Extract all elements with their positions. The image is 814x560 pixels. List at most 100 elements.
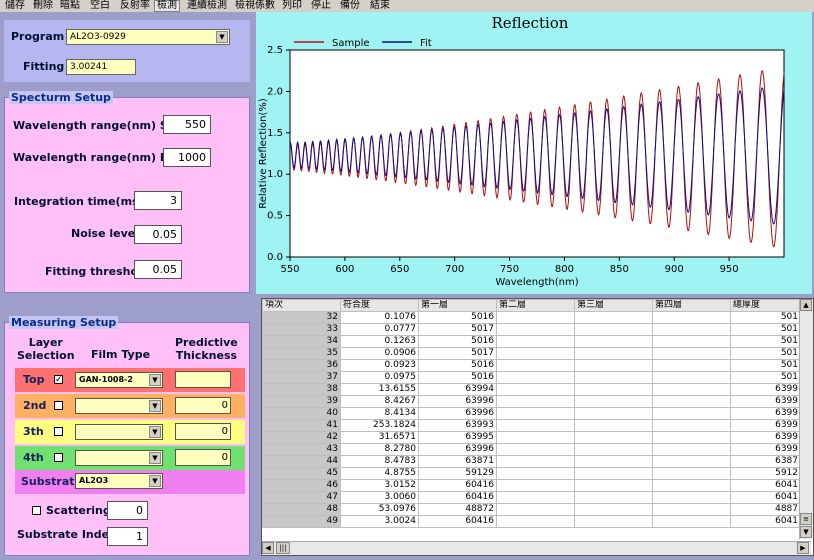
table-cell: 8.4267 <box>340 395 419 408</box>
menu-item-7[interactable]: 檢視係數 <box>233 0 277 12</box>
column-header[interactable]: 第四層 <box>652 299 731 312</box>
scroll-thumb[interactable]: ≡ <box>800 513 812 525</box>
row-number: 34 <box>262 335 341 348</box>
table-row[interactable]: 33 0.0777 5017 501 <box>262 323 801 336</box>
substrate-select[interactable]: AL2O3 ▼ <box>75 473 163 489</box>
y-axis-label: Relative Reflection(%) <box>258 98 269 209</box>
menu-item-8[interactable]: 列印 <box>280 0 304 12</box>
table-row[interactable]: 40 8.4134 63996 6399 <box>262 407 801 420</box>
scroll-thumb-h[interactable]: ||| <box>276 542 290 554</box>
legend-label: Sample <box>332 38 370 49</box>
scattering-checkbox[interactable] <box>32 506 41 515</box>
film-type-select[interactable]: ▼ <box>75 398 163 414</box>
predictive-thickness-header: Predictive Thickness <box>175 336 238 362</box>
chevron-down-icon[interactable]: ▼ <box>216 31 228 43</box>
layer-checkbox[interactable] <box>54 453 63 462</box>
column-header[interactable]: 第三層 <box>574 299 653 312</box>
scroll-down-icon[interactable]: ▼ <box>800 526 812 538</box>
table-cell <box>496 455 575 468</box>
column-header[interactable]: 第二層 <box>496 299 575 312</box>
measuring-setup-title: Measuring Setup <box>9 316 119 329</box>
table-row[interactable]: 42 31.6571 63995 6399 <box>262 431 801 444</box>
predictive-thickness-input[interactable] <box>175 371 231 388</box>
table-row[interactable]: 37 0.0975 5016 501 <box>262 371 801 384</box>
table-row[interactable]: 41 253.1824 63993 6399 <box>262 419 801 432</box>
chevron-down-icon[interactable]: ▼ <box>149 426 161 438</box>
table-row[interactable]: 35 0.0906 5017 501 <box>262 347 801 360</box>
table-row[interactable]: 44 8.4783 63871 6387 <box>262 455 801 468</box>
wavelength-end-input[interactable]: 1000 <box>163 148 211 167</box>
chevron-down-icon[interactable]: ▼ <box>149 452 161 464</box>
layer-checkbox[interactable]: ✓ <box>54 375 63 385</box>
table-cell <box>574 311 653 324</box>
table-cell: 501 <box>730 347 801 360</box>
menu-item-1[interactable]: 刪除 <box>31 0 55 12</box>
table-row[interactable]: 34 0.1263 5016 501 <box>262 335 801 348</box>
table-row[interactable]: 36 0.0923 5016 501 <box>262 359 801 372</box>
chevron-down-icon[interactable]: ▼ <box>149 400 161 412</box>
table-cell <box>574 479 653 492</box>
menu-item-5[interactable]: 檢測 <box>154 0 180 12</box>
menu-item-9[interactable]: 停止 <box>309 0 333 12</box>
table-row[interactable]: 48 53.0976 48872 4887 <box>262 503 801 516</box>
measuring-setup-group: Layer Selection Film Type Predictive Thi… <box>4 322 250 556</box>
predictive-thickness-input[interactable]: 0 <box>175 397 231 414</box>
table-row[interactable]: 47 3.0060 60416 6041 <box>262 491 801 504</box>
substrate-index-input[interactable]: 1 <box>107 527 148 546</box>
substrate-index-label: Substrate Index <box>17 528 117 541</box>
menu-item-4[interactable]: 反射率 <box>118 0 152 12</box>
threshold-input[interactable]: 0.05 <box>134 260 182 279</box>
scroll-left-icon[interactable]: ◀ <box>262 542 274 554</box>
chevron-down-icon[interactable]: ▼ <box>149 475 161 487</box>
layer-checkbox[interactable] <box>54 401 63 410</box>
predictive-thickness-input[interactable]: 0 <box>175 423 231 440</box>
column-header[interactable]: 符合度 <box>340 299 419 312</box>
program-select[interactable]: AL2O3-0929 ▼ <box>66 29 230 45</box>
film-type-select[interactable]: ▼ <box>75 424 163 440</box>
table-cell: 3.0152 <box>340 479 419 492</box>
wavelength-start-input[interactable]: 550 <box>163 115 211 134</box>
noise-input[interactable]: 0.05 <box>134 225 182 244</box>
table-row[interactable]: 32 0.1076 5016 501 <box>262 311 801 324</box>
column-header[interactable]: 第一層 <box>418 299 497 312</box>
column-header[interactable]: 項次 <box>262 299 341 312</box>
menu-item-3[interactable]: 空白 <box>88 0 112 12</box>
layer-name: 2nd <box>23 399 47 412</box>
menu-item-10[interactable]: 備份 <box>338 0 362 12</box>
scroll-right-icon[interactable]: ▶ <box>797 542 809 554</box>
fitting-label: Fitting <box>23 60 65 73</box>
menu-item-0[interactable]: 儲存 <box>3 0 27 12</box>
chevron-down-icon[interactable]: ▼ <box>149 374 161 386</box>
y-tick-label: 1.5 <box>267 128 283 139</box>
table-row[interactable]: 39 8.4267 63996 6399 <box>262 395 801 408</box>
table-cell <box>652 515 731 528</box>
table-cell: 501 <box>730 323 801 336</box>
predictive-thickness-input[interactable]: 0 <box>175 449 231 466</box>
table-row[interactable]: 43 8.2780 63996 6399 <box>262 443 801 456</box>
y-tick-label: 1.0 <box>267 169 283 180</box>
film-type-select[interactable]: GAN-1008-2 ▼ <box>75 372 163 388</box>
layer-row-4th: 4th ▼ 0 <box>15 446 245 470</box>
table-row[interactable]: 38 13.6155 63994 6399 <box>262 383 801 396</box>
scattering-input[interactable]: 0 <box>107 501 148 520</box>
layer-checkbox[interactable] <box>54 427 63 436</box>
film-type-select[interactable]: ▼ <box>75 450 163 466</box>
menu-item-6[interactable]: 連續檢測 <box>185 0 229 12</box>
menu-item-11[interactable]: 結束 <box>368 0 392 12</box>
table-cell <box>652 347 731 360</box>
table-row[interactable]: 46 3.0152 60416 6041 <box>262 479 801 492</box>
scroll-up-icon[interactable]: ▲ <box>800 299 812 311</box>
integration-input[interactable]: 3 <box>134 191 182 210</box>
table-cell <box>496 383 575 396</box>
column-header[interactable]: 總厚度 <box>730 299 801 312</box>
table-cell: 501 <box>730 335 801 348</box>
table-cell <box>652 503 731 516</box>
table-row[interactable]: 45 4.8755 59129 5912 <box>262 467 801 480</box>
table-cell: 59129 <box>418 467 497 480</box>
table-row[interactable]: 49 3.0024 60416 6041 <box>262 515 801 528</box>
vertical-scrollbar[interactable]: ▲ ≡ ▼ <box>799 299 813 539</box>
menu-item-2[interactable]: 暗點 <box>58 0 82 12</box>
table-cell: 8.2780 <box>340 443 419 456</box>
table-cell <box>574 455 653 468</box>
horizontal-scrollbar[interactable]: ◀ ||| ▶ <box>262 541 811 555</box>
